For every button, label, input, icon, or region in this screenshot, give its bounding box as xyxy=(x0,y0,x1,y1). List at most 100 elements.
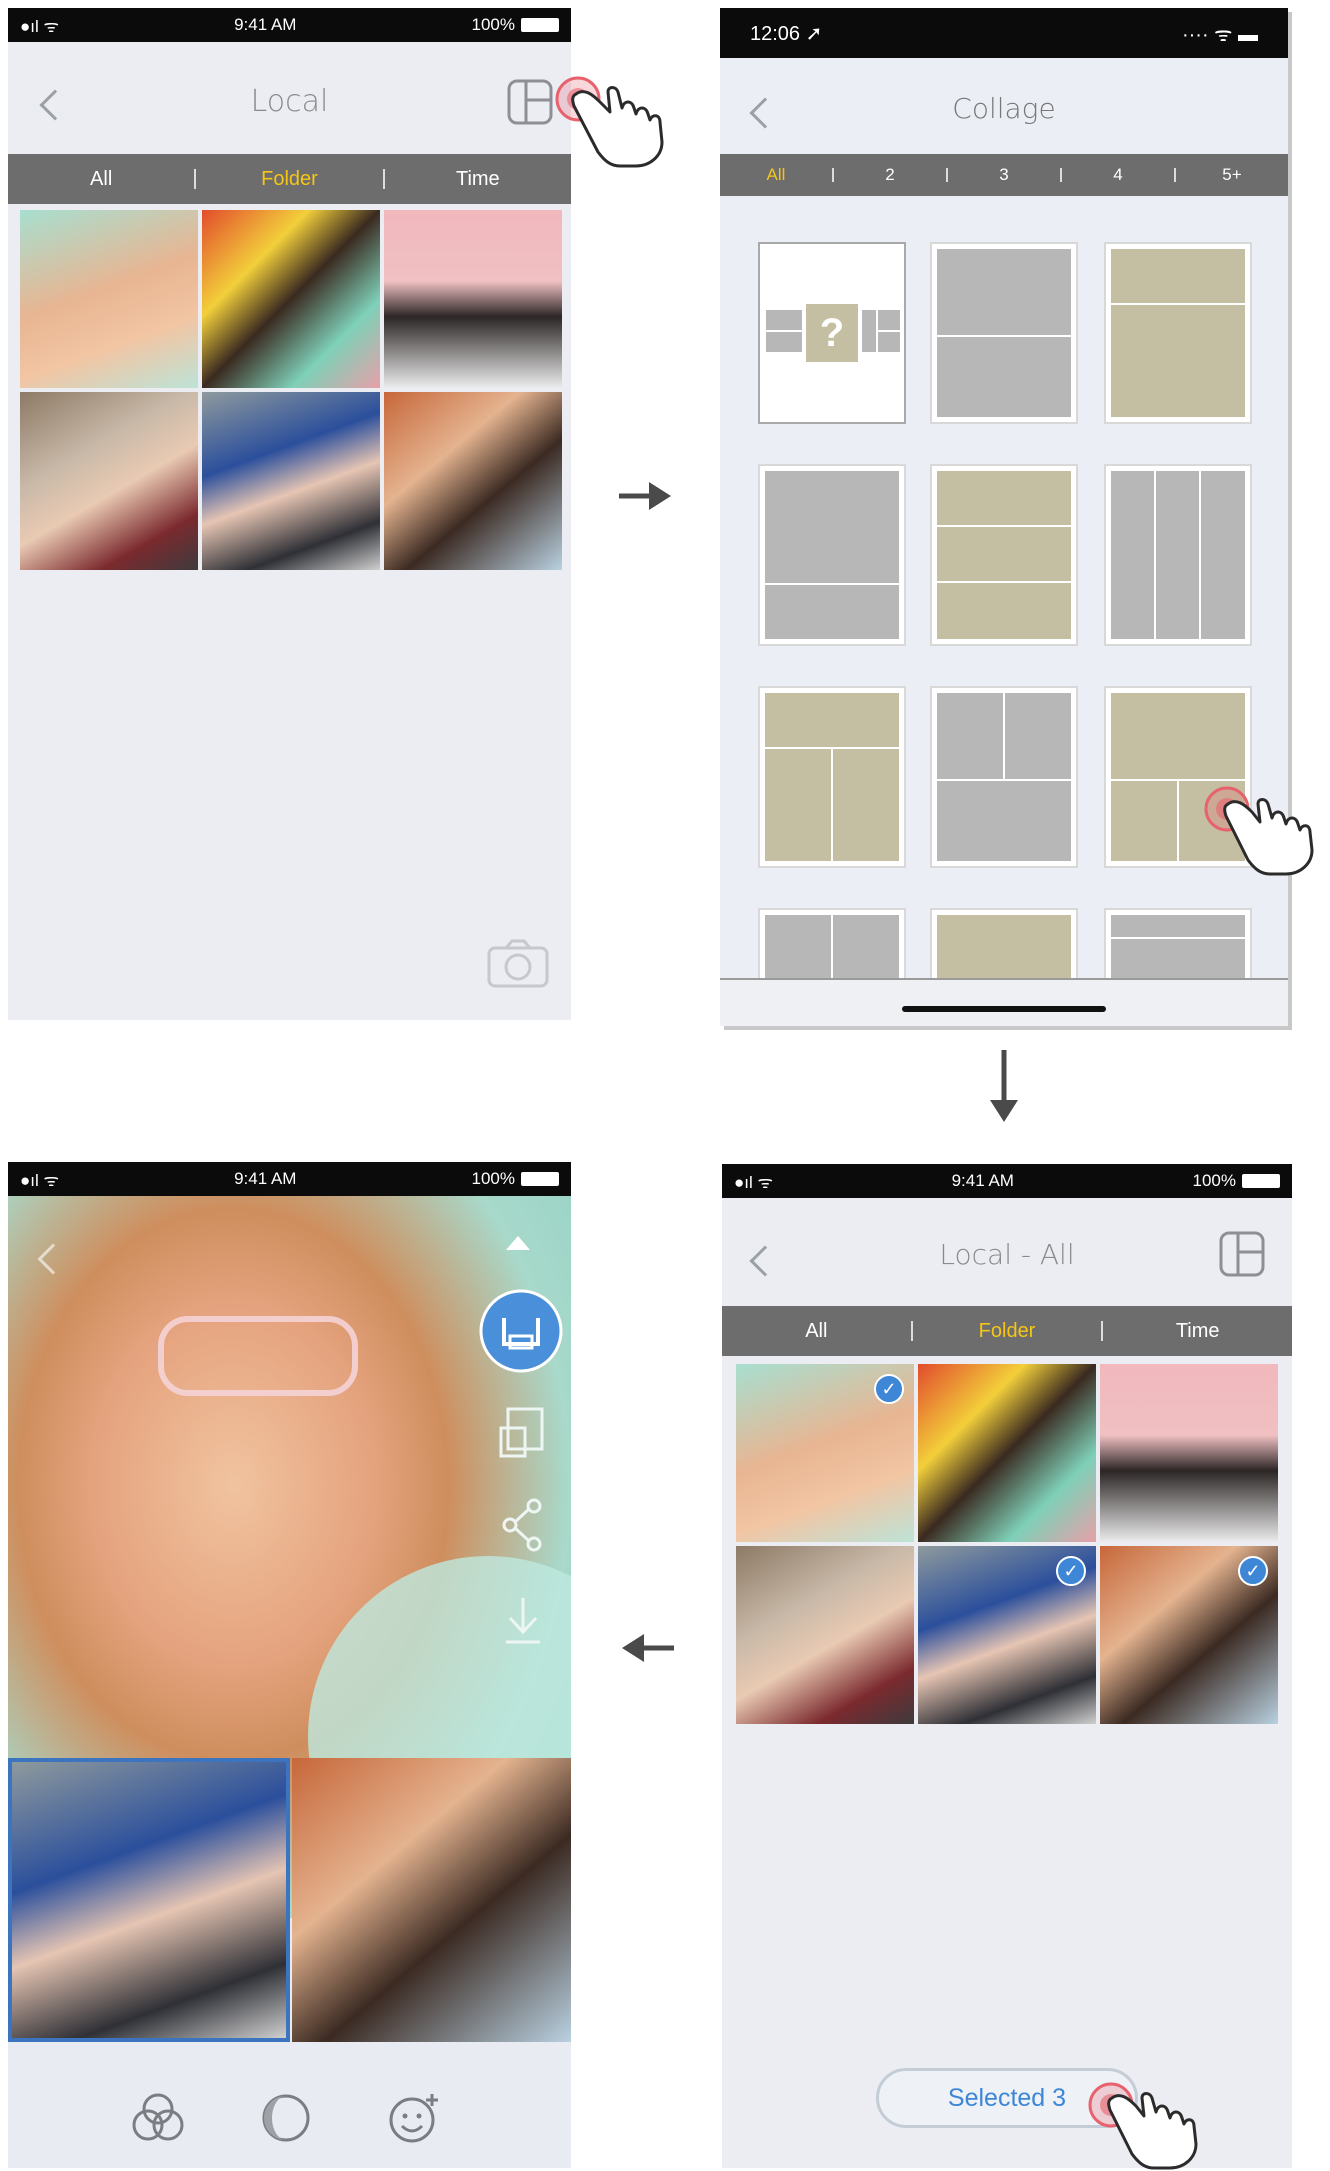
filter-3[interactable]: 3 xyxy=(948,165,1060,185)
status-bar: ●ıl ᯤ 9:41 AM 100% xyxy=(8,8,571,42)
signal-icon: ●ıl ᯤ xyxy=(734,1172,774,1192)
battery-label: 100% xyxy=(1192,1171,1236,1190)
status-bar: ●ıl ᯤ 9:41 AM 100% xyxy=(8,1162,571,1196)
template-block xyxy=(1111,249,1245,303)
battery-label: 100% xyxy=(471,15,515,34)
collage-template[interactable] xyxy=(758,686,906,868)
page-title: Collage xyxy=(952,92,1056,125)
collage-template[interactable] xyxy=(1104,242,1252,424)
selected-check-icon: ✓ xyxy=(1056,1556,1086,1586)
arrow-down-icon xyxy=(990,1050,1018,1122)
collage-template-custom[interactable]: ? xyxy=(758,242,906,424)
filter-4[interactable]: 4 xyxy=(1062,165,1174,185)
status-time: 12:06 ➚ xyxy=(750,22,823,45)
template-block xyxy=(878,332,900,352)
tab-time[interactable]: Time xyxy=(1103,1320,1292,1343)
status-bar: 12:06 ➚ ···· ᯤ ▬ xyxy=(720,8,1288,58)
tab-folder[interactable]: Folder xyxy=(196,168,382,191)
template-block xyxy=(833,749,899,861)
print-button-icon[interactable] xyxy=(478,1288,564,1374)
screen-collage-editor: ●ıl ᯤ 9:41 AM 100% xyxy=(8,1162,571,2168)
photo-thumbnail[interactable] xyxy=(384,392,562,570)
status-time: 9:41 AM xyxy=(234,15,297,34)
photo-thumbnail[interactable] xyxy=(20,210,198,388)
arrow-left-icon xyxy=(622,1634,674,1662)
template-block xyxy=(765,749,831,861)
filter-icon[interactable] xyxy=(130,2092,186,2144)
collage-photo-right[interactable] xyxy=(292,1758,571,2042)
collage-layout-icon[interactable] xyxy=(498,1406,546,1460)
collage-layout-icon[interactable] xyxy=(506,78,554,126)
camera-icon[interactable] xyxy=(486,938,550,990)
photo-thumbnail[interactable] xyxy=(202,210,380,388)
template-block xyxy=(937,781,1071,861)
screen-local-all: ●ıl ᯤ 9:41 AM 100% Local - All All Folde… xyxy=(722,1164,1292,2168)
template-block xyxy=(1111,471,1154,639)
collage-template[interactable] xyxy=(930,686,1078,868)
template-block xyxy=(1111,781,1177,861)
selected-check-icon: ✓ xyxy=(1238,1556,1268,1586)
pointing-hand-icon xyxy=(1223,798,1314,876)
bottom-bar xyxy=(720,978,1288,1026)
tab-bar: All Folder Time xyxy=(722,1306,1292,1356)
template-block xyxy=(1111,915,1245,937)
collage-template[interactable] xyxy=(1104,464,1252,646)
collage-template[interactable] xyxy=(758,464,906,646)
collapse-up-icon[interactable] xyxy=(502,1232,534,1254)
template-block xyxy=(1111,693,1245,779)
filter-2[interactable]: 2 xyxy=(834,165,946,185)
collage-template[interactable] xyxy=(930,464,1078,646)
battery-icon xyxy=(1242,1174,1280,1188)
template-block xyxy=(878,310,900,330)
template-block xyxy=(1111,305,1245,417)
filter-all[interactable]: All xyxy=(720,165,832,185)
collage-photo-left[interactable] xyxy=(8,1758,290,2042)
template-block: ? xyxy=(806,304,858,362)
battery-label: 100% xyxy=(471,1169,515,1188)
template-block xyxy=(765,585,899,639)
pointing-hand-icon xyxy=(571,86,664,168)
home-indicator[interactable] xyxy=(902,1006,1106,1012)
battery-icon xyxy=(521,18,559,32)
template-block xyxy=(937,693,1003,779)
photo-thumbnail[interactable] xyxy=(20,392,198,570)
collage-template[interactable] xyxy=(758,908,906,990)
collage-template[interactable] xyxy=(930,908,1078,990)
collage-template[interactable] xyxy=(930,242,1078,424)
filter-5-plus[interactable]: 5+ xyxy=(1176,165,1288,185)
tab-all[interactable]: All xyxy=(722,1320,911,1343)
template-block xyxy=(1005,693,1071,779)
collage-template[interactable] xyxy=(1104,908,1252,990)
photo-thumbnail[interactable] xyxy=(384,210,562,388)
arrow-right-icon xyxy=(619,482,671,510)
template-block xyxy=(766,310,802,330)
template-block xyxy=(862,310,876,352)
template-block xyxy=(766,332,802,352)
template-block xyxy=(937,583,1071,639)
photo-thumbnail[interactable] xyxy=(736,1546,914,1724)
tab-folder[interactable]: Folder xyxy=(913,1320,1102,1343)
photo-thumbnail[interactable] xyxy=(918,1364,1096,1542)
tab-time[interactable]: Time xyxy=(385,168,571,191)
template-block xyxy=(1201,471,1245,639)
photo-thumbnail[interactable] xyxy=(202,392,380,570)
page-title: Local xyxy=(250,84,329,119)
collage-layout-icon[interactable] xyxy=(1218,1230,1266,1278)
page-title: Local - All xyxy=(939,1238,1075,1271)
frame-icon[interactable] xyxy=(260,2092,312,2144)
status-time: 9:41 AM xyxy=(951,1171,1014,1190)
photo-thumbnail[interactable] xyxy=(1100,1364,1278,1542)
photo-overlay xyxy=(158,1316,358,1396)
download-icon[interactable] xyxy=(502,1596,544,1646)
screen-local: ●ıl ᯤ 9:41 AM 100% Local All Folder Time xyxy=(8,8,571,1020)
status-icons: ···· ᯤ ▬ xyxy=(1181,23,1258,46)
template-block xyxy=(1156,471,1199,639)
sticker-icon[interactable] xyxy=(388,2092,442,2144)
status-time: 9:41 AM xyxy=(234,1169,297,1188)
screen-collage: 12:06 ➚ ···· ᯤ ▬ Collage All 2 3 4 5+ ? xyxy=(720,8,1288,1026)
share-icon[interactable] xyxy=(500,1498,546,1552)
tab-all[interactable]: All xyxy=(8,168,194,191)
tab-bar: All Folder Time xyxy=(8,154,571,204)
template-block xyxy=(765,693,899,747)
template-block xyxy=(937,337,1071,417)
